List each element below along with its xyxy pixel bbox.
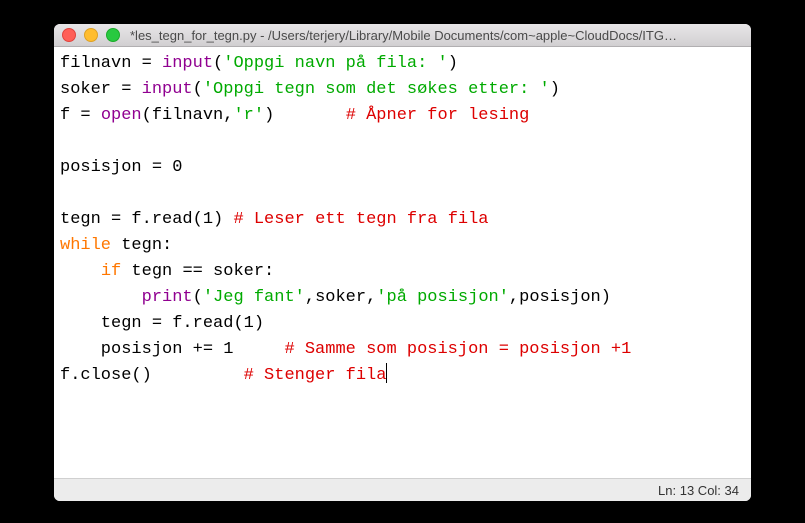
code-token: (	[213, 54, 223, 73]
code-token	[162, 158, 172, 177]
code-token: 1	[223, 340, 233, 359]
text-cursor	[386, 363, 387, 383]
code-token: # Leser ett tegn fra fila	[233, 210, 488, 229]
code-token: input	[142, 80, 193, 99]
code-token: tegn	[60, 314, 152, 333]
code-token: =	[152, 314, 162, 333]
code-token: soker	[60, 80, 121, 99]
titlebar: *les_tegn_for_tegn.py - /Users/terjery/L…	[54, 24, 751, 47]
code-token: =	[121, 80, 131, 99]
code-token: open	[101, 106, 142, 125]
code-token: 0	[172, 158, 182, 177]
code-token: ,posisjon)	[509, 288, 611, 307]
code-token: (	[193, 80, 203, 99]
close-icon[interactable]	[62, 28, 76, 42]
code-token: +=	[193, 340, 213, 359]
code-token: =	[80, 106, 90, 125]
code-token: f.read(	[162, 314, 244, 333]
code-token: if	[101, 262, 121, 281]
code-token: f.read(	[121, 210, 203, 229]
code-token: 'Jeg fant'	[203, 288, 305, 307]
code-token	[91, 106, 101, 125]
code-token: =	[111, 210, 121, 229]
code-token: ,soker,	[305, 288, 376, 307]
code-token: f.close()	[60, 366, 244, 385]
code-token: )	[254, 314, 264, 333]
code-token: print	[142, 288, 193, 307]
code-token	[233, 340, 284, 359]
code-token: 'på posisjon'	[376, 288, 509, 307]
window-title: *les_tegn_for_tegn.py - /Users/terjery/L…	[130, 28, 743, 43]
window-controls	[62, 28, 120, 42]
minimize-icon[interactable]	[84, 28, 98, 42]
code-token: 1	[203, 210, 213, 229]
code-token: soker:	[203, 262, 274, 281]
code-token: filnavn	[60, 54, 142, 73]
code-token: # Åpner for lesing	[346, 106, 530, 125]
code-editor[interactable]: filnavn = input('Oppgi navn på fila: ') …	[54, 47, 751, 478]
code-token: while	[60, 236, 111, 255]
code-token: 'r'	[233, 106, 264, 125]
code-token	[60, 262, 101, 281]
code-token: (filnavn,	[142, 106, 234, 125]
code-token: )	[448, 54, 458, 73]
status-bar: Ln: 13 Col: 34	[54, 478, 751, 501]
code-token	[152, 54, 162, 73]
code-token: input	[162, 54, 213, 73]
code-token: (	[193, 288, 203, 307]
code-token: ==	[182, 262, 202, 281]
code-token: posisjon	[60, 340, 193, 359]
code-token: tegn:	[111, 236, 172, 255]
editor-window: *les_tegn_for_tegn.py - /Users/terjery/L…	[54, 24, 751, 501]
cursor-position: Ln: 13 Col: 34	[658, 483, 739, 498]
code-token	[213, 340, 223, 359]
code-token: tegn	[121, 262, 182, 281]
code-token: )	[213, 210, 233, 229]
code-token: 'Oppgi navn på fila: '	[223, 54, 447, 73]
code-token: )	[550, 80, 560, 99]
zoom-icon[interactable]	[106, 28, 120, 42]
code-token: f	[60, 106, 80, 125]
code-token: =	[142, 54, 152, 73]
code-token: # Stenger fila	[244, 366, 387, 385]
code-token: # Samme som posisjon = posisjon +1	[284, 340, 631, 359]
code-token: )	[264, 106, 346, 125]
code-token: tegn	[60, 210, 111, 229]
code-token: =	[152, 158, 162, 177]
code-token: posisjon	[60, 158, 152, 177]
code-token	[131, 80, 141, 99]
code-token	[60, 288, 142, 307]
code-token: 1	[244, 314, 254, 333]
code-token: 'Oppgi tegn som det søkes etter: '	[203, 80, 550, 99]
